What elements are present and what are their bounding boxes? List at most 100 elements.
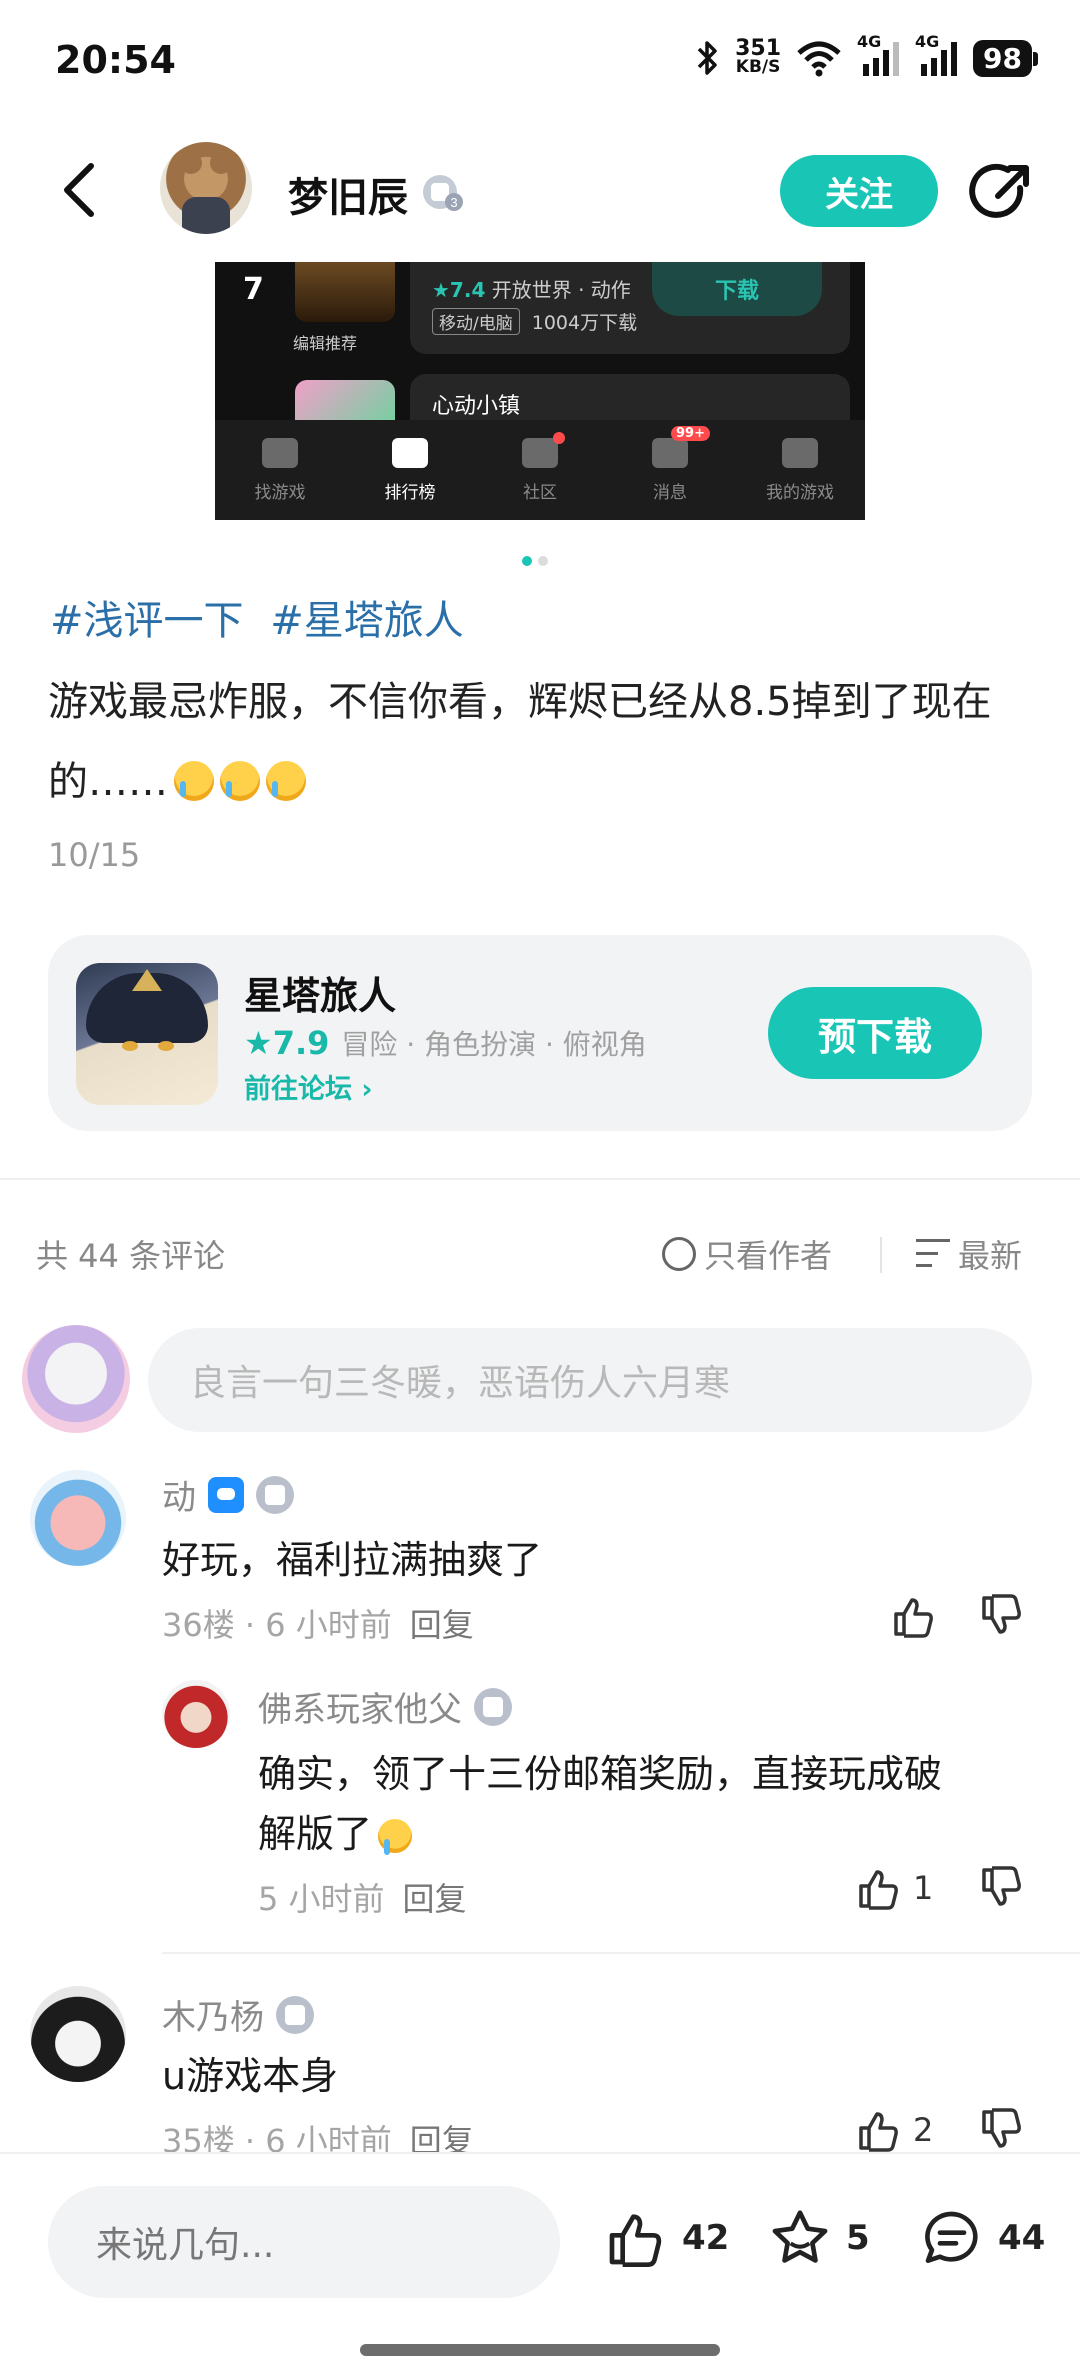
reply-button[interactable]: 回复 [410,1600,474,1646]
thumbs-up-icon [894,1598,933,1638]
topic-tag[interactable]: #星塔旅人 [270,598,464,644]
ranking-tags: 移动/电脑 1004万下载 [432,308,637,335]
thumbs-down-icon [982,1866,1021,1906]
comments-button[interactable]: 44 [918,2206,1045,2270]
crying-emoji-icon [266,761,306,801]
like-count: 2 [913,2111,934,2149]
game-meta: ★7.9 冒险 · 角色扮演 · 俯视角 [244,1023,647,1063]
pager-dot [538,556,548,566]
editor-tag: 编辑推荐 [293,334,358,353]
back-arrow-icon[interactable] [55,160,105,220]
game-score: ★7.9 [244,1024,330,1062]
commenter-name-row: 木乃杨 [162,1990,314,2039]
crying-emoji-icon [174,761,214,801]
tab-community: 社区 [475,420,605,520]
reply-time: 5 小时前 [258,1880,385,1918]
status-bar: 20:54 351 KB/S 4G 4G 98 [0,0,1080,120]
ranking-download-button: 下载 [652,262,822,316]
author-name[interactable]: 梦旧辰 [288,165,408,223]
comments-header: 共 44 条评论 只看作者 最新 [0,1225,1080,1281]
reply-button[interactable]: 回复 [403,1874,467,1920]
bluetooth-icon [697,41,717,75]
sort-toggle[interactable]: 最新 [916,1231,1022,1277]
net-speed: 351 KB/S [735,36,782,77]
post-tags: #浅评一下 #星塔旅人 [50,588,478,646]
ranking-rating: ★7.4 开放世界 · 动作 [432,274,631,303]
game-thumbnail [295,262,395,322]
like-count: 1 [913,1869,934,1907]
comment-text: u游戏本身 [162,2054,339,2098]
comment-input[interactable]: 良言一句三冬暖，恶语伤人六月寒 [148,1328,1032,1432]
like-button[interactable]: 1 [855,1864,933,1912]
forum-link[interactable]: 前往论坛 › [244,1067,373,1106]
signal-bars-icon [921,42,958,76]
comment-bubble-icon [925,2211,978,2263]
dislike-button[interactable] [978,1864,1026,1912]
thumbs-up-icon [859,2112,898,2152]
platform-tag: 移动/电脑 [432,308,520,335]
dislike-button[interactable] [978,2106,1026,2152]
tab-find-games: 找游戏 [215,420,345,520]
dislike-button[interactable] [978,1592,1026,1640]
svg-text:3: 3 [450,195,457,210]
sort-label: 最新 [958,1237,1023,1275]
status-time: 20:54 [55,38,176,82]
level-badge-icon [276,1995,314,2034]
sort-icon [916,1239,950,1269]
reply-text: 确实，领了十三份邮箱奖励，直接玩成破 解版了 [258,1744,1028,1864]
thumbs-up-icon [609,2214,662,2267]
commenter-avatar[interactable] [30,1986,126,2082]
replier-avatar[interactable] [162,1680,230,1748]
game-genres: 冒险 · 角色扮演 · 俯视角 [341,1028,647,1061]
section-divider [0,1178,1080,1180]
game-icon[interactable] [76,963,218,1105]
game-card[interactable]: 星塔旅人 ★7.9 冒险 · 角色扮演 · 俯视角 前往论坛 › 预下载 [48,935,1032,1131]
star-icon [772,2210,828,2263]
commenter-name[interactable]: 动 [162,1470,196,1519]
replier-name[interactable]: 佛系玩家他父 [258,1682,462,1731]
quick-comment-input[interactable]: 来说几句... [48,2186,560,2298]
commenter-name-row: 动 [162,1470,294,1519]
level-badge-icon [474,1687,512,1726]
cell-signal-1: 4G [857,32,901,78]
ranking-card: ★7.4 开放世界 · 动作 移动/电脑 1004万下载 下载 [410,262,850,354]
divider [162,1952,1080,1954]
wifi-icon [797,41,841,77]
reply-meta: 5 小时前 回复 [258,1874,467,1920]
follow-button[interactable]: 关注 [780,155,938,227]
thumbs-down-icon [982,1594,1021,1634]
image-pager [522,556,548,566]
post-date: 10/15 [48,836,141,874]
post-like-button[interactable]: 42 [602,2206,729,2270]
share-icon[interactable] [968,160,1034,226]
like-button[interactable]: 2 [855,2106,933,2152]
game-name: 心动小镇 [432,394,521,419]
level-badge-icon [256,1475,294,1514]
comment-meta: 36楼 · 6 小时前 回复 [162,1600,474,1646]
post-image[interactable]: 7 编辑推荐 ★7.4 开放世界 · 动作 移动/电脑 1004万下载 下载 心… [215,262,865,520]
commenter-avatar[interactable] [30,1470,126,1566]
home-indicator[interactable] [360,2344,720,2356]
topic-tag[interactable]: #浅评一下 [50,598,244,644]
gamepad-badge-icon [208,1476,244,1513]
comment-total: 44 [998,2218,1046,2258]
crying-emoji-icon [378,1819,413,1855]
net-speed-value: 351 [735,36,782,61]
only-author-toggle[interactable]: 只看作者 [662,1231,832,1277]
comment-item: 动 好玩，福利拉满抽爽了 36楼 · 6 小时前 回复 [0,1460,1080,1660]
reply-button[interactable]: 回复 [410,2116,474,2152]
tab-my-games: 我的游戏 [735,420,865,520]
post-body: 游戏最忌炸服，不信你看，辉烬已经从8.5掉到了现在的…… [48,662,1038,822]
reply-text-line: 解版了 [258,1804,1028,1864]
favorite-button[interactable]: 5 [766,2206,870,2270]
commenter-name[interactable]: 木乃杨 [162,1990,264,2039]
comment-text: 好玩，福利拉满抽爽了 [162,1538,543,1582]
author-avatar[interactable] [160,142,252,234]
crying-emoji-icon [220,761,260,801]
post-header: 梦旧辰 3 关注 [0,130,1080,255]
predownload-button[interactable]: 预下载 [768,987,982,1079]
game-title: 星塔旅人 [244,974,397,1018]
net-speed-unit: KB/S [735,57,781,77]
like-button[interactable] [890,1592,938,1640]
level-badge-icon: 3 [423,175,463,211]
